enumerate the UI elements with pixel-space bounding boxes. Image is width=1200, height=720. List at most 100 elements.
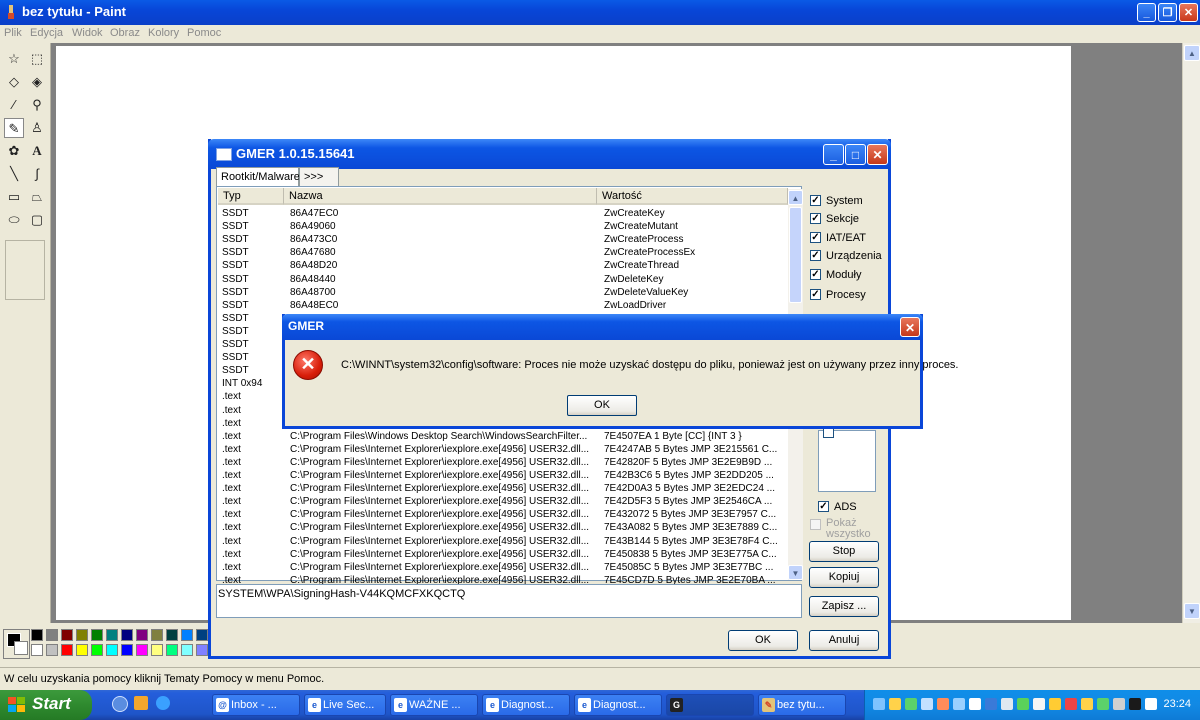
palette-swatch[interactable] (31, 644, 43, 656)
tray-icon-2[interactable] (889, 698, 901, 710)
scroll-down-icon[interactable]: ▼ (1184, 603, 1200, 619)
tray-icon-3[interactable] (905, 698, 917, 710)
palette-swatch[interactable] (166, 644, 178, 656)
volume-icon[interactable] (1145, 698, 1157, 710)
rounded-rect-icon[interactable]: ▢ (27, 210, 47, 230)
menu-edycja[interactable]: Edycja (30, 27, 63, 39)
paint-titlebar[interactable]: bez tytułu - Paint _ ❐ ✕ (0, 0, 1200, 25)
table-row[interactable]: .text C:\Program Files\Internet Explorer\… (222, 469, 782, 482)
table-row[interactable]: SSDT 86A48440 ZwDeleteKey (222, 273, 782, 286)
checkbox-procesy-box[interactable]: ✓ (810, 289, 821, 300)
text-icon[interactable]: A (27, 141, 47, 161)
checkbox-system-box[interactable]: ✓ (810, 195, 821, 206)
palette-swatch[interactable] (196, 629, 208, 641)
bluetooth-icon[interactable] (985, 698, 997, 710)
quicklaunch-firefox-icon[interactable] (134, 696, 148, 710)
column-header-wartosc[interactable]: Wartość (597, 188, 788, 205)
taskbar-inbox[interactable]: @ Inbox - ... (212, 694, 300, 716)
magnifier-icon[interactable]: ⚲ (27, 95, 47, 115)
table-row[interactable]: .text C:\Program Files\Windows Desktop Se… (222, 430, 782, 443)
tray-icon-7[interactable] (969, 698, 981, 710)
line-icon[interactable]: ╲ (4, 164, 24, 184)
table-row[interactable]: .text C:\Program Files\Internet Explorer\… (222, 482, 782, 495)
menu-pomoc[interactable]: Pomoc (187, 27, 221, 39)
taskbar-live-sec[interactable]: e Live Sec... (304, 694, 386, 716)
palette-swatch[interactable] (61, 629, 73, 641)
checkbox-iat-eat-box[interactable]: ✓ (810, 232, 821, 243)
rect-select-icon[interactable]: ⬚ (27, 49, 47, 69)
paint-vertical-scrollbar[interactable]: ▲ ▼ (1182, 43, 1200, 623)
taskbar-diagnost-2[interactable]: e Diagnost... (574, 694, 662, 716)
tray-icon-16[interactable] (1113, 698, 1125, 710)
table-row[interactable]: .text C:\Program Files\Internet Explorer\… (222, 443, 782, 456)
tray-icon-14[interactable] (1081, 698, 1093, 710)
menu-obraz[interactable]: Obraz (110, 27, 140, 39)
quicklaunch-ie-icon[interactable] (112, 696, 128, 712)
stop-button[interactable]: Stop (809, 541, 879, 562)
tray-icon-12[interactable] (1049, 698, 1061, 710)
gmer-minimize-button[interactable]: _ (823, 144, 844, 165)
tray-icon-10[interactable] (1017, 698, 1029, 710)
gmer-ok-button[interactable]: OK (728, 630, 798, 651)
free-select-icon[interactable]: ☆ (4, 49, 24, 69)
palette-swatch[interactable] (181, 629, 193, 641)
gmer-maximize-button[interactable]: □ (845, 144, 866, 165)
polygon-icon[interactable]: ⏢ (27, 187, 47, 207)
checkbox-sekcje-box[interactable]: ✓ (810, 213, 821, 224)
save-button[interactable]: Zapisz ... (809, 596, 879, 617)
palette-swatch[interactable] (61, 644, 73, 656)
table-row[interactable]: SSDT 86A48700 ZwDeleteValueKey (222, 286, 782, 299)
quicklaunch-desktop-icon[interactable] (156, 696, 170, 710)
table-row[interactable]: .text C:\Program Files\Internet Explorer\… (222, 561, 782, 574)
palette-swatch[interactable] (46, 644, 58, 656)
tray-icon-1[interactable] (873, 698, 885, 710)
airbrush-icon[interactable]: ✿ (4, 141, 24, 161)
tray-icon-6[interactable] (953, 698, 965, 710)
palette-swatch[interactable] (91, 644, 103, 656)
table-row[interactable]: .text C:\Program Files\Internet Explorer\… (222, 521, 782, 534)
error-dialog-titlebar[interactable]: GMER ✕ (282, 314, 923, 340)
close-button[interactable]: ✕ (1179, 3, 1198, 22)
palette-swatch[interactable] (121, 629, 133, 641)
table-row[interactable]: SSDT 86A48D20 ZwCreateThread (222, 259, 782, 272)
table-row[interactable]: .text C:\Program Files\Internet Explorer\… (222, 456, 782, 469)
palette-swatch[interactable] (181, 644, 193, 656)
minimize-button[interactable]: _ (1137, 3, 1156, 22)
column-header-typ[interactable]: Typ (218, 188, 284, 205)
table-row[interactable]: .text C:\Program Files\Internet Explorer\… (222, 548, 782, 561)
taskbar-wazne[interactable]: e WAŻNE ... (390, 694, 478, 716)
table-row[interactable]: SSDT 86A47680 ZwCreateProcessEx (222, 246, 782, 259)
list-scroll-up-icon[interactable]: ▲ (788, 190, 803, 205)
taskbar-diagnost-1[interactable]: e Diagnost... (482, 694, 570, 716)
tab-more[interactable]: >>> (299, 167, 339, 186)
tray-icon-4[interactable] (921, 698, 933, 710)
tray-icon-15[interactable] (1097, 698, 1109, 710)
checkbox-moduly-box[interactable]: ✓ (810, 269, 821, 280)
palette-swatch[interactable] (151, 629, 163, 641)
palette-swatch[interactable] (31, 629, 43, 641)
table-row[interactable]: SSDT 86A473C0 ZwCreateProcess (222, 233, 782, 246)
list-scroll-thumb[interactable] (789, 207, 802, 303)
eraser-icon[interactable]: ◇ (4, 72, 24, 92)
tray-icon-5[interactable] (937, 698, 949, 710)
copy-button[interactable]: Kopiuj (809, 567, 879, 588)
gmer-cancel-button[interactable]: Anuluj (809, 630, 879, 651)
tray-icon-17[interactable] (1129, 698, 1141, 710)
palette-swatch[interactable] (76, 644, 88, 656)
gmer-titlebar[interactable]: GMER 1.0.15.15641 _ □ ✕ (208, 139, 891, 169)
palette-swatch[interactable] (106, 644, 118, 656)
network-icon[interactable] (1033, 698, 1045, 710)
table-row[interactable]: SSDT 86A48EC0 ZwLoadDriver (222, 299, 782, 312)
palette-swatch[interactable] (106, 629, 118, 641)
start-button[interactable]: Start (0, 690, 92, 720)
palette-swatch[interactable] (91, 629, 103, 641)
palette-swatch[interactable] (196, 644, 208, 656)
curve-icon[interactable]: ∫ (27, 164, 47, 184)
ellipse-icon[interactable]: ⬭ (4, 210, 24, 230)
table-row[interactable]: .text C:\Program Files\Internet Explorer\… (222, 508, 782, 521)
checkbox-urzadzenia-box[interactable]: ✓ (810, 250, 821, 261)
table-row[interactable]: .text C:\Program Files\Internet Explorer\… (222, 495, 782, 508)
taskbar-gmer[interactable]: G (666, 694, 754, 716)
dialog-close-button[interactable]: ✕ (900, 317, 920, 337)
tray-icon-13[interactable] (1065, 698, 1077, 710)
